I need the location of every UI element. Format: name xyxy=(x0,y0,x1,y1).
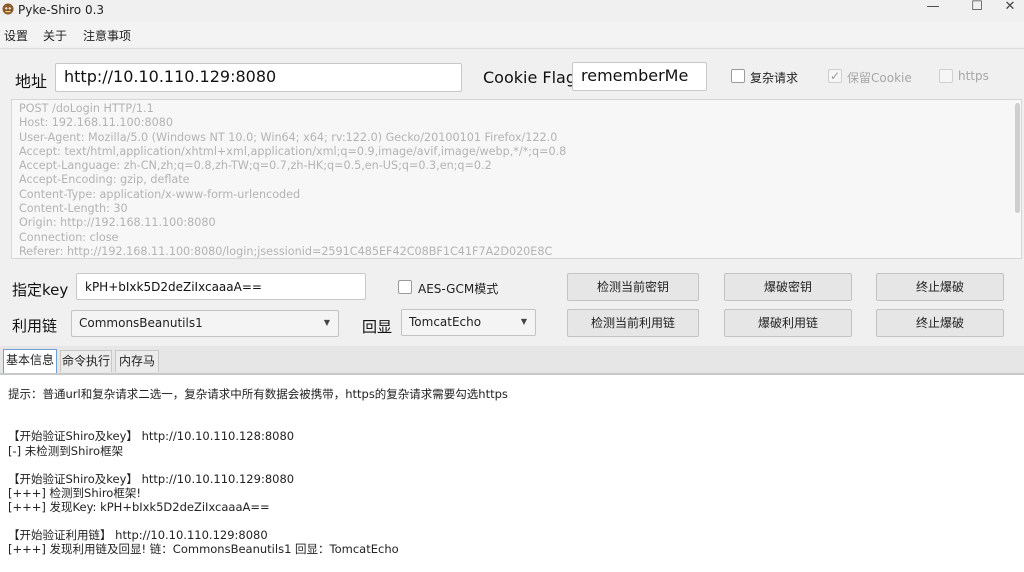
request-line: Accept: text/html,application/xhtml+xml,… xyxy=(19,144,567,158)
menu-settings[interactable]: 设置 xyxy=(4,27,28,44)
stop-brute-key-button[interactable]: 终止爆破 xyxy=(876,273,1004,301)
checkmark-icon: ✓ xyxy=(829,69,841,83)
complex-request-checkbox[interactable] xyxy=(731,69,745,83)
https-label: https xyxy=(958,69,989,83)
aes-gcm-checkbox[interactable] xyxy=(398,280,412,294)
key-input[interactable]: kPH+bIxk5D2deZiIxcaaaA== xyxy=(76,273,366,300)
title-bar xyxy=(0,0,1024,22)
request-line: Host: 192.168.11.100:8080 xyxy=(19,116,174,130)
brute-key-button[interactable]: 爆破密钥 xyxy=(724,273,852,301)
stop-brute-chain-button[interactable]: 终止爆破 xyxy=(876,309,1004,337)
request-line: User-Agent: Mozilla/5.0 (Windows NT 10.0… xyxy=(19,130,558,144)
https-checkbox[interactable] xyxy=(939,69,953,83)
request-line: Origin: http://192.168.11.100:8080 xyxy=(19,216,216,230)
cookie-flag-label: Cookie Flag xyxy=(483,68,576,87)
address-input[interactable]: http://10.10.110.129:8080 xyxy=(55,63,462,92)
request-scrollbar[interactable] xyxy=(1015,103,1020,213)
aes-gcm-label: AES-GCM模式 xyxy=(418,282,499,296)
echo-label: 回显 xyxy=(362,318,393,336)
address-label: 地址 xyxy=(15,72,48,91)
menu-about[interactable]: 关于 xyxy=(43,27,67,44)
detect-chain-button[interactable]: 检测当前利用链 xyxy=(567,309,699,337)
request-line: Connection: close xyxy=(19,230,119,244)
key-label: 指定key xyxy=(12,281,69,299)
app-logo-icon xyxy=(2,3,14,15)
output-line: [-] 未检测到Shiro框架 xyxy=(8,444,124,458)
close-button[interactable]: ✕ xyxy=(996,0,1024,18)
output-line: 提示：普通url和复杂请求二选一，复杂请求中所有数据会被携带，https的复杂请… xyxy=(8,387,508,401)
chain-label: 利用链 xyxy=(12,317,58,335)
request-line: Accept-Encoding: gzip, deflate xyxy=(19,173,190,187)
request-textarea[interactable]: POST /doLogin HTTP/1.1 Host: 192.168.11.… xyxy=(11,99,1022,259)
output-line: [+++] 发现利用链及回显! 链：CommonsBeanutils1 回显：T… xyxy=(8,542,399,556)
menu-bar xyxy=(0,22,1024,46)
keep-cookie-label: 保留Cookie xyxy=(847,71,912,85)
echo-select-value: TomcatEcho xyxy=(409,315,482,329)
chevron-down-icon: ▼ xyxy=(323,318,330,327)
request-line: POST /doLogin HTTP/1.1 xyxy=(19,102,154,115)
request-line: Content-Length: 30 xyxy=(19,202,128,216)
maximize-button[interactable]: ☐ xyxy=(954,0,1000,18)
window-title: Pyke-Shiro 0.3 xyxy=(18,3,105,17)
request-line: Referer: http://192.168.11.100:8080/logi… xyxy=(19,244,553,258)
output-line: 【开始验证Shiro及key】 http://10.10.110.128:808… xyxy=(8,429,295,443)
request-line: Content-Type: application/x-www-form-url… xyxy=(19,187,301,201)
chevron-down-icon: ▼ xyxy=(520,317,527,326)
menu-notes[interactable]: 注意事项 xyxy=(83,27,131,44)
tab-command-exec[interactable]: 命令执行 xyxy=(60,350,112,372)
request-line: Accept-Language: zh-CN,zh;q=0.8,zh-TW;q=… xyxy=(19,159,492,173)
chain-select-value: CommonsBeanutils1 xyxy=(79,316,203,330)
cookie-flag-input[interactable]: rememberMe xyxy=(572,62,707,91)
minimize-button[interactable]: — xyxy=(910,0,956,18)
brute-chain-button[interactable]: 爆破利用链 xyxy=(724,309,852,337)
menu-divider xyxy=(0,48,1024,49)
chain-select[interactable]: CommonsBeanutils1 ▼ xyxy=(71,310,339,337)
complex-request-label: 复杂请求 xyxy=(750,71,799,85)
echo-select[interactable]: TomcatEcho ▼ xyxy=(401,309,536,336)
tab-memory-shell[interactable]: 内存马 xyxy=(115,350,159,372)
output-line: [+++] 发现Key: kPH+bIxk5D2deZiIxcaaaA== xyxy=(8,500,270,514)
tab-basic-info[interactable]: 基本信息 xyxy=(3,349,57,373)
keep-cookie-checkbox[interactable]: ✓ xyxy=(828,69,842,83)
detect-key-button[interactable]: 检测当前密钥 xyxy=(567,273,699,301)
